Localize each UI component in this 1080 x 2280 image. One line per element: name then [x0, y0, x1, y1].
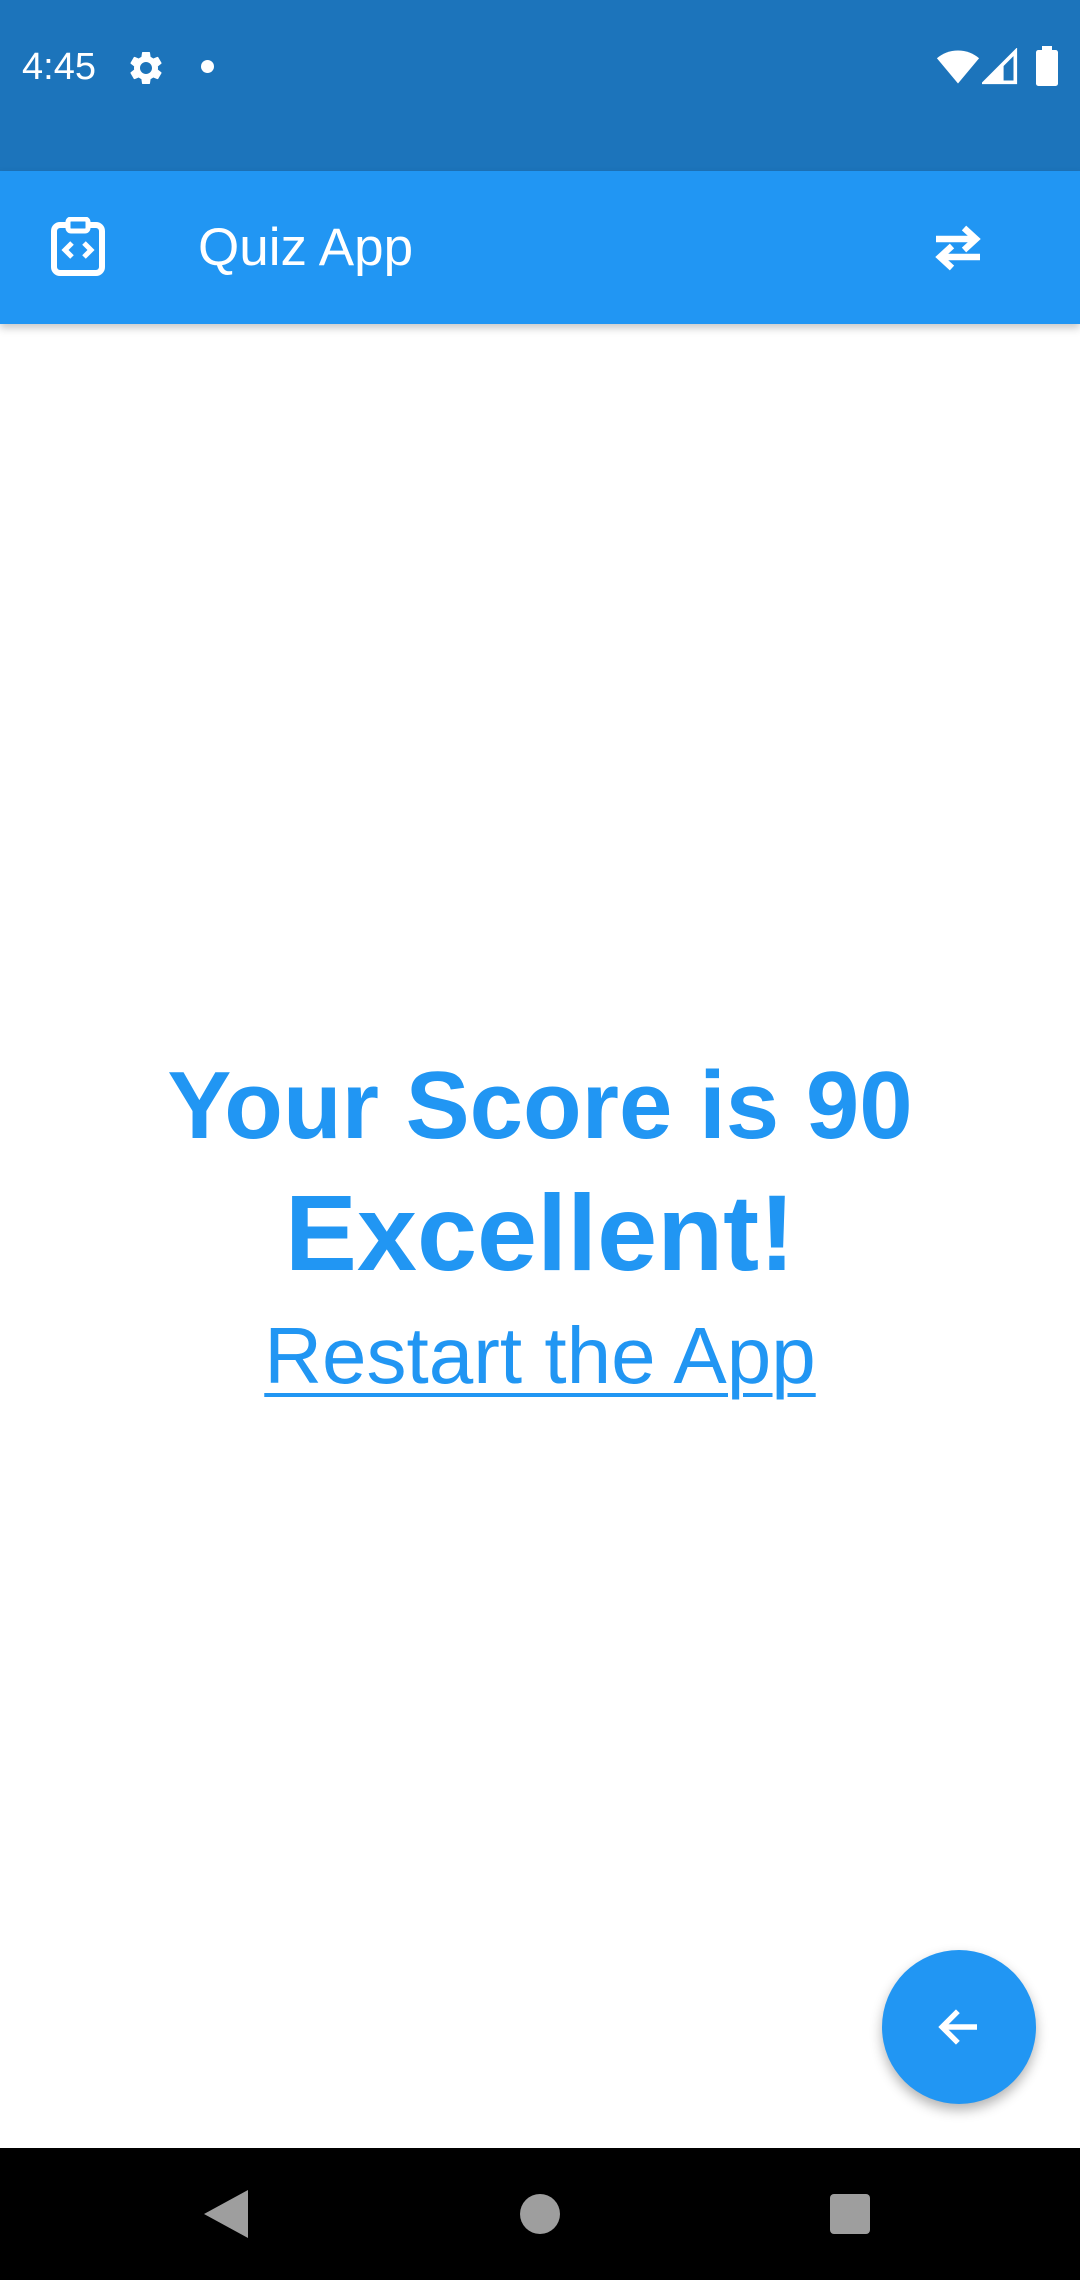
navigation-bar	[0, 2148, 1080, 2280]
signal-icon	[982, 48, 1018, 85]
screen: 4:45 Quiz App Your Score is 90 Excellent…	[0, 0, 1080, 2280]
arrow-back-icon	[938, 2009, 977, 2045]
home-icon[interactable]	[520, 2194, 560, 2234]
gear-icon	[130, 51, 162, 84]
app-title: Quiz App	[198, 218, 414, 277]
battery-icon	[1036, 46, 1058, 86]
back-fab-button[interactable]	[882, 1950, 1036, 2104]
recents-icon[interactable]	[830, 2194, 870, 2234]
back-icon[interactable]	[204, 2190, 248, 2238]
clipboard-code-icon	[51, 217, 105, 276]
grade-text: Excellent!	[284, 1172, 796, 1293]
wifi-icon	[936, 50, 980, 84]
status-bar: 4:45	[0, 0, 1080, 171]
swap-arrows-icon[interactable]	[930, 223, 986, 273]
status-time: 4:45	[22, 46, 96, 88]
app-bar: Quiz App	[0, 171, 1080, 324]
score-text: Your Score is 90	[167, 1052, 913, 1159]
result-content: Your Score is 90 Excellent! Restart the …	[0, 324, 1080, 2148]
notification-dot-icon	[201, 60, 214, 73]
restart-link[interactable]: Restart the App	[0, 1306, 1080, 1406]
